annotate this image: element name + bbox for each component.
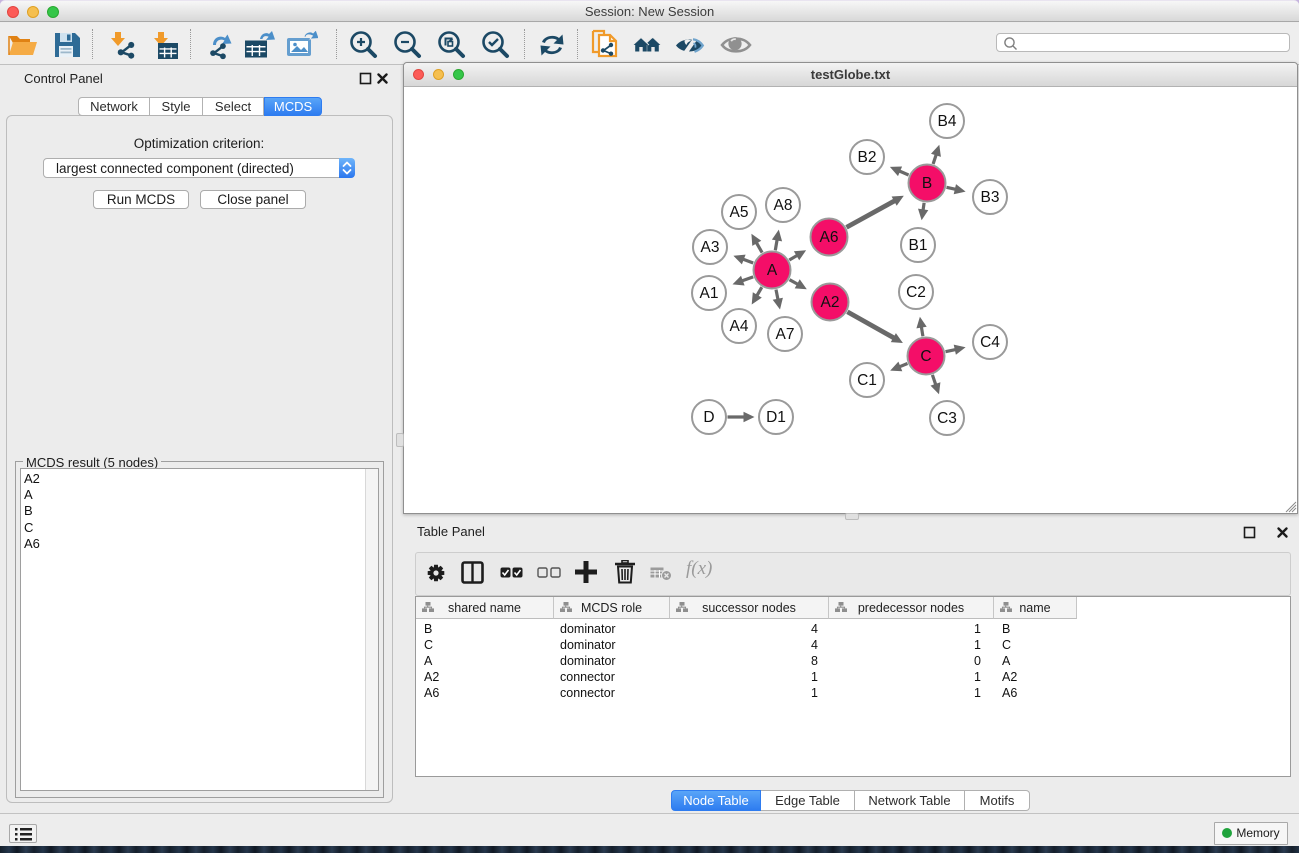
svg-text:C: C — [920, 348, 931, 365]
svg-text:A8: A8 — [774, 197, 793, 214]
svg-text:B1: B1 — [909, 237, 928, 254]
svg-text:A6: A6 — [820, 229, 839, 246]
svg-text:B3: B3 — [981, 189, 1000, 206]
svg-text:A5: A5 — [730, 204, 749, 221]
svg-text:C4: C4 — [980, 334, 1000, 351]
svg-text:A: A — [767, 262, 778, 279]
svg-text:D: D — [703, 409, 714, 426]
svg-text:B4: B4 — [938, 113, 957, 130]
svg-text:C3: C3 — [937, 410, 957, 427]
svg-text:D1: D1 — [766, 409, 786, 426]
svg-text:C2: C2 — [906, 284, 926, 301]
svg-text:B2: B2 — [858, 149, 877, 166]
svg-text:A2: A2 — [821, 294, 840, 311]
svg-text:C1: C1 — [857, 372, 877, 389]
svg-text:A4: A4 — [730, 318, 749, 335]
svg-text:A1: A1 — [700, 285, 719, 302]
svg-text:A7: A7 — [776, 326, 795, 343]
svg-text:B: B — [922, 175, 932, 192]
svg-text:A3: A3 — [701, 239, 720, 256]
